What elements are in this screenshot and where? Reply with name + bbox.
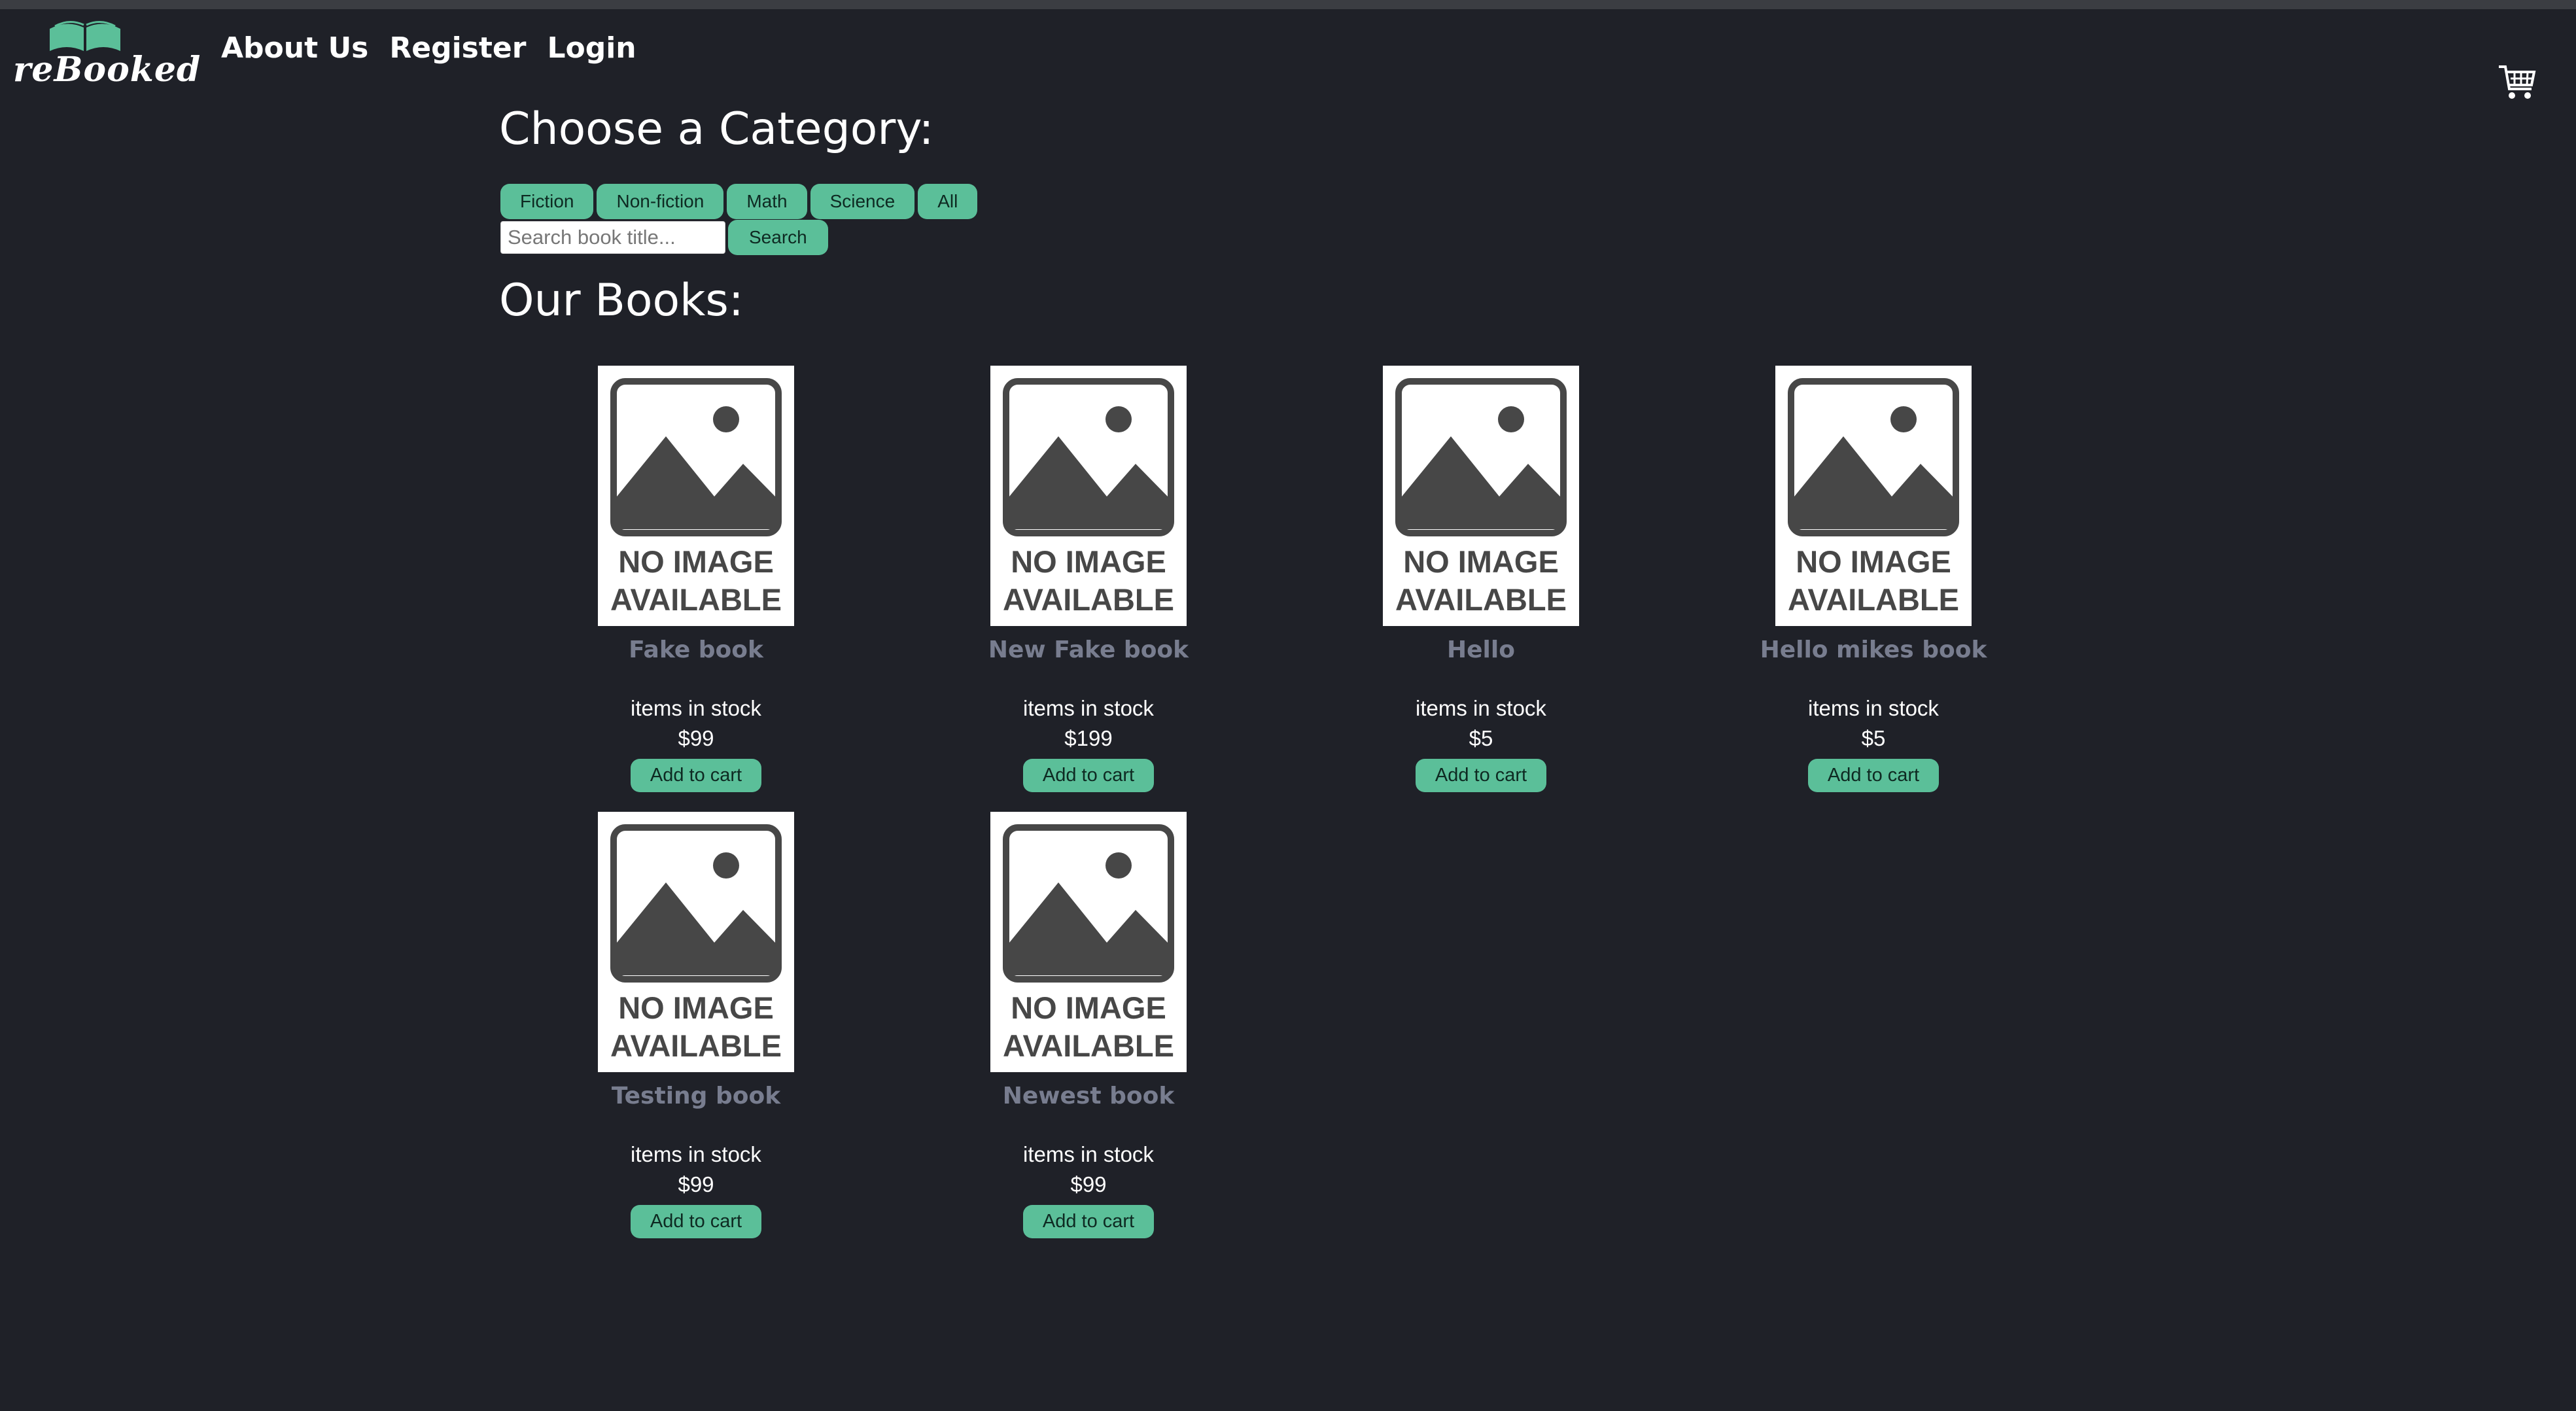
svg-text:AVAILABLE: AVAILABLE — [1003, 582, 1174, 617]
no-image-placeholder-icon: NO IMAGE AVAILABLE — [598, 812, 794, 1072]
site-logo[interactable]: reBooked — [9, 16, 200, 90]
category-heading: Choose a Category: — [499, 103, 934, 155]
svg-text:NO IMAGE: NO IMAGE — [1011, 990, 1166, 1025]
svg-text:NO IMAGE: NO IMAGE — [1796, 544, 1951, 579]
book-title[interactable]: New Fake book — [958, 636, 1219, 663]
no-image-placeholder-icon: NO IMAGE AVAILABLE — [598, 366, 794, 626]
book-title[interactable]: Testing book — [565, 1083, 827, 1109]
book-price: $99 — [1070, 1172, 1107, 1196]
add-to-cart-button[interactable]: Add to cart — [1022, 759, 1155, 792]
book-stock: items in stock — [631, 696, 761, 720]
book-stock: items in stock — [1416, 696, 1546, 720]
svg-text:AVAILABLE: AVAILABLE — [610, 582, 782, 617]
search-bar: Search — [500, 220, 828, 255]
browser-top-strip — [0, 0, 2576, 9]
nav-about-us[interactable]: About Us — [221, 31, 368, 65]
book-card: NO IMAGE AVAILABLE New Fake book items i… — [958, 366, 1219, 792]
category-non-fiction-button[interactable]: Non-fiction — [597, 184, 724, 219]
category-all-button[interactable]: All — [918, 184, 978, 219]
no-image-placeholder-icon: NO IMAGE AVAILABLE — [990, 366, 1187, 626]
book-title[interactable]: Hello mikes book — [1743, 636, 2004, 663]
book-card: NO IMAGE AVAILABLE Newest book items in … — [958, 812, 1219, 1238]
add-to-cart-button[interactable]: Add to cart — [1022, 1205, 1155, 1238]
svg-text:NO IMAGE: NO IMAGE — [618, 544, 774, 579]
book-card: NO IMAGE AVAILABLE Hello items in stock … — [1350, 366, 1612, 792]
category-buttons: Fiction Non-fiction Math Science All — [500, 184, 978, 219]
book-card: NO IMAGE AVAILABLE Testing book items in… — [565, 812, 827, 1238]
book-price: $5 — [1469, 726, 1493, 750]
book-stock: items in stock — [1808, 696, 1939, 720]
book-card: NO IMAGE AVAILABLE Hello mikes book item… — [1743, 366, 2004, 792]
book-price: $99 — [678, 1172, 714, 1196]
main-nav: About Us Register Login — [221, 31, 636, 65]
nav-login[interactable]: Login — [547, 31, 636, 65]
search-input[interactable] — [500, 221, 725, 254]
category-fiction-button[interactable]: Fiction — [500, 184, 594, 219]
book-price: $199 — [1064, 726, 1113, 750]
category-science-button[interactable]: Science — [810, 184, 915, 219]
svg-text:NO IMAGE: NO IMAGE — [1011, 544, 1166, 579]
add-to-cart-button[interactable]: Add to cart — [630, 759, 762, 792]
add-to-cart-button[interactable]: Add to cart — [630, 1205, 762, 1238]
book-stock: items in stock — [1023, 696, 1154, 720]
no-image-placeholder-icon: NO IMAGE AVAILABLE — [1383, 366, 1579, 626]
svg-text:AVAILABLE: AVAILABLE — [1003, 1028, 1174, 1063]
book-title[interactable]: Newest book — [958, 1083, 1219, 1109]
svg-text:AVAILABLE: AVAILABLE — [610, 1028, 782, 1063]
svg-text:AVAILABLE: AVAILABLE — [1788, 582, 1959, 617]
book-stock: items in stock — [1023, 1142, 1154, 1166]
svg-text:NO IMAGE: NO IMAGE — [1403, 544, 1559, 579]
book-title[interactable]: Hello — [1350, 636, 1612, 663]
book-stock: items in stock — [631, 1142, 761, 1166]
nav-register[interactable]: Register — [389, 31, 526, 65]
add-to-cart-button[interactable]: Add to cart — [1415, 759, 1547, 792]
add-to-cart-button[interactable]: Add to cart — [1807, 759, 1940, 792]
book-title[interactable]: Fake book — [565, 636, 827, 663]
search-button[interactable]: Search — [728, 220, 828, 255]
svg-text:NO IMAGE: NO IMAGE — [618, 990, 774, 1025]
book-card: NO IMAGE AVAILABLE Fake book items in st… — [565, 366, 827, 792]
books-heading: Our Books: — [499, 275, 744, 326]
no-image-placeholder-icon: NO IMAGE AVAILABLE — [1775, 366, 1972, 626]
shopping-cart-icon[interactable] — [2498, 63, 2537, 102]
svg-text:AVAILABLE: AVAILABLE — [1395, 582, 1567, 617]
logo-text: reBooked — [13, 50, 201, 90]
category-math-button[interactable]: Math — [727, 184, 807, 219]
open-book-icon — [50, 21, 120, 51]
book-price: $5 — [1861, 726, 1886, 750]
no-image-placeholder-icon: NO IMAGE AVAILABLE — [990, 812, 1187, 1072]
book-price: $99 — [678, 726, 714, 750]
